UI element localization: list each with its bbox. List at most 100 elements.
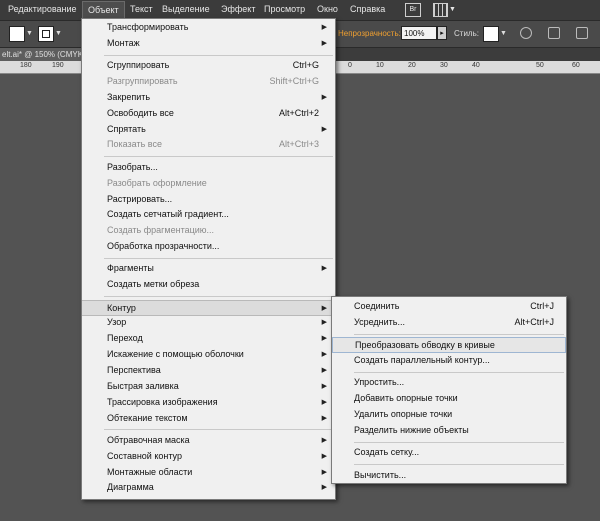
object-menu-item-label: Узор: [107, 317, 127, 328]
object-menu-item[interactable]: Разобрать...: [82, 160, 335, 176]
ruler-tick: 60: [572, 62, 580, 69]
object-menu-item[interactable]: Обтекание текстом ▶: [82, 411, 335, 427]
shortcut-label: Alt+Ctrl+J: [514, 316, 554, 327]
chevron-down-icon[interactable]: ▼: [500, 30, 507, 37]
object-menu-item: Показать все Alt+Ctrl+3: [82, 137, 335, 153]
submenu-arrow-icon: ▶: [321, 39, 327, 47]
align-icon[interactable]: [548, 27, 560, 39]
object-menu-item[interactable]: Узор ▶: [82, 315, 335, 331]
submenu-arrow-icon: ▶: [321, 351, 327, 359]
menu-view[interactable]: Просмотр: [264, 4, 305, 14]
object-menu-item[interactable]: Создать метки обреза: [82, 277, 335, 293]
object-menu-item[interactable]: Составной контур ▶: [82, 449, 335, 465]
path-submenu-item[interactable]: Соединить Ctrl+J: [332, 299, 566, 315]
ruler-tick: 0: [348, 62, 352, 69]
path-submenu-item[interactable]: Создать сетку...: [332, 445, 566, 461]
submenu-arrow-icon: ▶: [321, 304, 327, 312]
graphic-style-swatch[interactable]: [483, 26, 499, 42]
path-submenu-item-label: Удалить опорные точки: [354, 409, 453, 420]
object-menu-item-label: Создать фрагментацию...: [107, 225, 215, 236]
shortcut-label: Ctrl+G: [292, 60, 319, 71]
object-menu-item-label: Искажение с помощью оболочки: [107, 349, 244, 360]
object-menu-item-label: Контур: [107, 302, 136, 313]
path-submenu-item-label: Создать сетку...: [354, 447, 420, 458]
object-menu-item-label: Монтаж: [107, 37, 140, 48]
object-menu-item-label: Разгруппировать: [107, 76, 178, 87]
stroke-color-swatch[interactable]: [38, 26, 54, 42]
object-menu-item[interactable]: Трассировка изображения ▶: [82, 395, 335, 411]
menu-separator: [354, 441, 564, 443]
object-menu-item[interactable]: Освободить все Alt+Ctrl+2: [82, 106, 335, 122]
object-menu-item-label: Спрятать: [107, 123, 146, 134]
opacity-input[interactable]: 100%: [401, 26, 437, 40]
submenu-arrow-icon: ▶: [321, 125, 327, 133]
submenu-arrow-icon: ▶: [321, 468, 327, 476]
fill-color-swatch[interactable]: [9, 26, 25, 42]
object-menu-item[interactable]: Монтаж ▶: [82, 36, 335, 52]
menu-separator: [104, 156, 333, 158]
shortcut-label: Alt+Ctrl+2: [278, 107, 319, 118]
path-submenu-item[interactable]: Вычистить...: [332, 468, 566, 484]
object-menu-item[interactable]: Трансформировать ▶: [82, 20, 335, 36]
transform-icon[interactable]: [576, 27, 588, 39]
object-menu-item-label: Быстрая заливка: [107, 380, 179, 391]
object-menu-item: Разгруппировать Shift+Ctrl+G: [82, 74, 335, 90]
object-menu-item[interactable]: Монтажные области ▶: [82, 465, 335, 481]
object-menu-item-label: Обтекание текстом: [107, 412, 188, 423]
ruler-tick: 20: [408, 62, 416, 69]
menu-effect[interactable]: Эффект: [221, 4, 255, 14]
object-menu-item[interactable]: Искажение с помощью оболочки ▶: [82, 347, 335, 363]
path-submenu-item-label: Соединить: [354, 301, 400, 311]
path-submenu-item-label: Создать параллельный контур...: [354, 355, 490, 366]
chevron-down-icon[interactable]: ▼: [55, 30, 62, 37]
object-menu-item-label: Показать все: [107, 139, 162, 150]
object-menu-item-label: Разобрать оформление: [107, 177, 207, 188]
path-submenu-item-label: Вычистить...: [354, 469, 407, 480]
path-submenu-item[interactable]: Удалить опорные точки: [332, 407, 566, 423]
object-menu-item[interactable]: Переход ▶: [82, 331, 335, 347]
submenu-arrow-icon: ▶: [321, 398, 327, 406]
document-tab[interactable]: elt.ai* @ 150% (CMYK: [0, 48, 88, 61]
object-menu-item[interactable]: Сгруппировать Ctrl+G: [82, 58, 335, 74]
object-menu-item[interactable]: Спрятать ▶: [82, 122, 335, 138]
object-menu-item[interactable]: Фрагменты ▶: [82, 261, 335, 277]
submenu-arrow-icon: ▶: [321, 436, 327, 444]
menu-type[interactable]: Текст: [130, 4, 153, 14]
object-menu-item[interactable]: Диаграмма ▶: [82, 480, 335, 496]
arrange-documents-icon[interactable]: [433, 3, 448, 17]
menu-select[interactable]: Выделение: [162, 4, 210, 14]
object-menu-item[interactable]: Создать сетчатый градиент...: [82, 207, 335, 223]
object-menu-item: Разобрать оформление: [82, 176, 335, 192]
menu-help[interactable]: Справка: [350, 4, 385, 14]
path-submenu-item[interactable]: Создать параллельный контур...: [332, 353, 566, 369]
submenu-arrow-icon: ▶: [321, 367, 327, 374]
bridge-button[interactable]: Br: [405, 3, 421, 17]
object-menu-item[interactable]: Контур ▶: [82, 299, 335, 316]
menu-separator: [354, 333, 564, 335]
object-menu-item[interactable]: Перспектива ▶: [82, 363, 335, 379]
path-submenu-item[interactable]: Усреднить... Alt+Ctrl+J: [332, 315, 566, 331]
opacity-dropdown-button[interactable]: ▸: [437, 26, 447, 40]
path-submenu-item[interactable]: Разделить нижние объекты: [332, 423, 566, 439]
object-menu-item[interactable]: Обтравочная маска ▶: [82, 433, 335, 449]
object-menu-item[interactable]: Обработка прозрачности...: [82, 239, 335, 255]
object-menu-item[interactable]: Закрепить ▶: [82, 90, 335, 106]
object-menu-item-label: Освободить все: [107, 107, 174, 118]
menu-edit[interactable]: Редактирование: [8, 4, 77, 14]
object-menu-item-label: Составной контур: [107, 450, 182, 461]
menu-window[interactable]: Окно: [317, 4, 338, 14]
opacity-label[interactable]: Непрозрачность:: [338, 29, 401, 38]
chevron-down-icon[interactable]: ▼: [26, 30, 33, 37]
submenu-arrow-icon: ▶: [321, 24, 327, 31]
object-menu-item-label: Трансформировать: [107, 22, 189, 32]
object-menu-item[interactable]: Быстрая заливка ▶: [82, 379, 335, 395]
chevron-down-icon[interactable]: ▼: [449, 6, 456, 13]
path-submenu-item[interactable]: Добавить опорные точки: [332, 391, 566, 407]
object-menu-item-label: Разобрать...: [107, 161, 158, 172]
ruler-tick: 190: [52, 62, 64, 69]
object-menu-item[interactable]: Растрировать...: [82, 192, 335, 208]
menu-separator: [354, 464, 564, 466]
recolor-artwork-icon[interactable]: [520, 27, 532, 39]
path-submenu-item[interactable]: Упростить...: [332, 375, 566, 391]
path-submenu-item[interactable]: Преобразовать обводку в кривые: [332, 337, 566, 354]
